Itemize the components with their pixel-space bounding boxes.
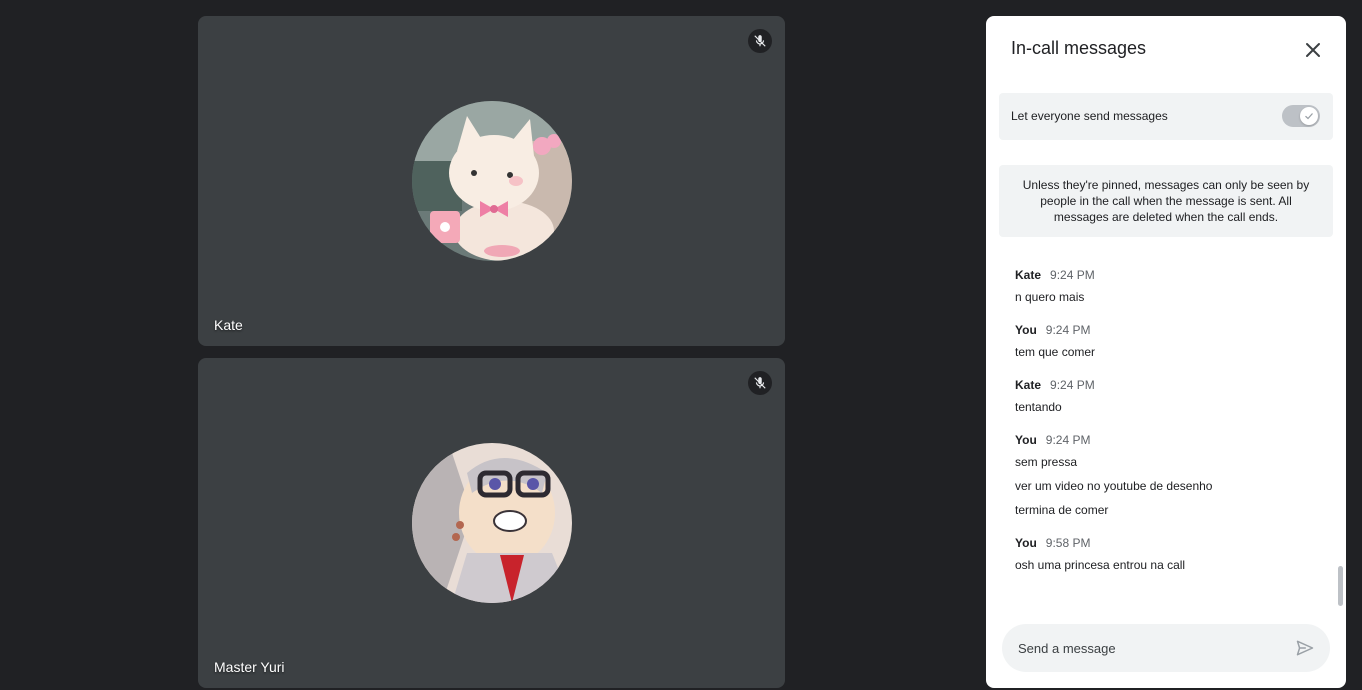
message-text: termina de comer	[1015, 503, 1109, 517]
message-header: You 9:58 PM	[1015, 536, 1315, 552]
message-list: Kate 9:24 PM n quero mais You 9:24 PM te…	[1015, 268, 1315, 591]
message-text: ver um video no youtube de desenho	[1015, 479, 1213, 493]
message-group: You 9:58 PM osh uma princesa entrou na c…	[1015, 536, 1315, 577]
message-header: Kate 9:24 PM	[1015, 268, 1315, 284]
close-button[interactable]	[1298, 35, 1328, 65]
message-input[interactable]	[1018, 624, 1278, 672]
panel-title: In-call messages	[1011, 38, 1147, 58]
message-text: n quero mais	[1015, 290, 1085, 304]
participant-name: Kate	[214, 317, 243, 333]
message-sender: You	[1015, 323, 1037, 337]
message-time: 9:24 PM	[1045, 323, 1091, 337]
let-everyone-send-setting: Let everyone send messages	[999, 93, 1333, 140]
close-icon	[1306, 43, 1320, 57]
message-list-scrollbar[interactable]	[1338, 566, 1343, 606]
message-header: You 9:24 PM	[1015, 433, 1315, 449]
message-group: Kate 9:24 PM tentando	[1015, 378, 1315, 419]
message-retention-notice: Unless they're pinned, messages can only…	[999, 165, 1333, 237]
message-time: 9:24 PM	[1050, 268, 1095, 282]
message-group: You 9:24 PM sem pressa ver um video no y…	[1015, 433, 1315, 522]
hello-kitty-avatar	[412, 101, 572, 261]
mic-off-icon	[748, 29, 772, 53]
message-sender: You	[1015, 433, 1037, 447]
message-header: You 9:24 PM	[1015, 323, 1315, 339]
mic-off-icon	[748, 371, 772, 395]
message-composer	[1002, 624, 1330, 672]
message-text: tentando	[1015, 400, 1062, 414]
message-text: sem pressa	[1015, 455, 1078, 469]
participant-name: Master Yuri	[214, 659, 285, 675]
participant-tile-master-yuri[interactable]: Master Yuri	[198, 358, 785, 688]
send-button[interactable]	[1294, 637, 1316, 659]
message-group: You 9:24 PM tem que comer	[1015, 323, 1315, 364]
send-messages-toggle[interactable]	[1282, 105, 1320, 127]
message-time: 9:24 PM	[1045, 433, 1091, 447]
message-group: Kate 9:24 PM n quero mais	[1015, 268, 1315, 309]
anime-glasses-avatar	[412, 443, 572, 603]
in-call-messages-panel: In-call messages Let everyone send messa…	[986, 16, 1346, 688]
check-icon	[1305, 113, 1313, 120]
send-icon	[1296, 640, 1314, 656]
toggle-knob	[1300, 107, 1318, 125]
message-text: osh uma princesa entrou na call	[1015, 558, 1186, 572]
message-time: 9:58 PM	[1045, 536, 1091, 550]
message-text: tem que comer	[1015, 345, 1096, 359]
participant-tile-kate[interactable]: Kate	[198, 16, 785, 346]
setting-label: Let everyone send messages	[1011, 109, 1168, 123]
message-time: 9:24 PM	[1050, 378, 1095, 392]
message-header: Kate 9:24 PM	[1015, 378, 1315, 394]
meet-call-screen: Kate Master Yuri In-call messages Let ev…	[0, 0, 1362, 690]
message-sender: You	[1015, 536, 1037, 550]
message-sender: Kate	[1015, 378, 1042, 392]
message-sender: Kate	[1015, 268, 1042, 282]
